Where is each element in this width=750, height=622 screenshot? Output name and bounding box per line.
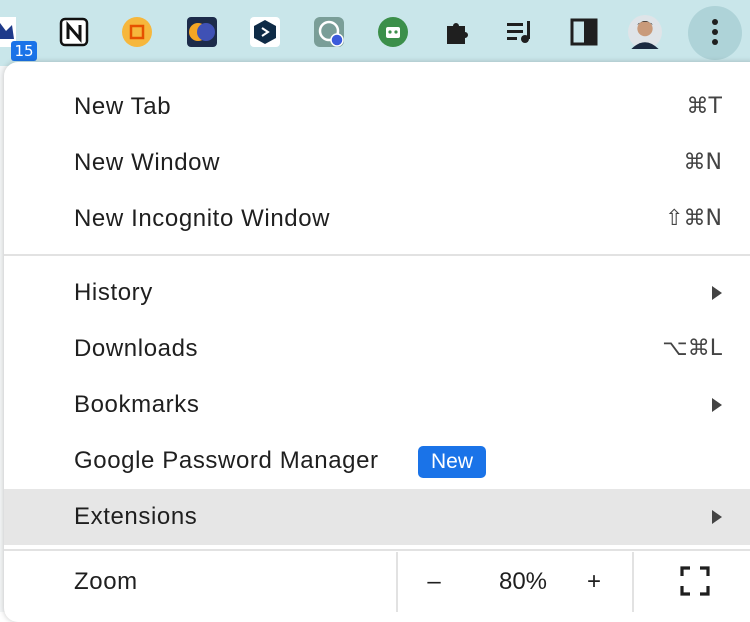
submenu-arrow-icon bbox=[712, 398, 722, 412]
zoom-level: 80% bbox=[498, 568, 548, 595]
submenu-arrow-icon bbox=[712, 286, 722, 300]
zoom-divider bbox=[632, 552, 634, 612]
menu-item-downloads[interactable]: Downloads ⌥⌘L bbox=[4, 321, 750, 377]
menu-item-google-password-manager[interactable]: Google Password Manager bbox=[4, 433, 750, 489]
screenshot-extension-icon[interactable] bbox=[120, 15, 154, 49]
submenu-arrow-icon bbox=[712, 510, 722, 524]
menu-item-history[interactable]: History bbox=[4, 265, 750, 321]
menu-item-extensions[interactable]: Extensions bbox=[4, 489, 750, 545]
menu-item-new-incognito-window[interactable]: New Incognito Window ⇧⌘N bbox=[4, 191, 750, 247]
menu-item-label: Bookmarks bbox=[74, 391, 200, 418]
deepl-icon[interactable] bbox=[248, 15, 282, 49]
menu-item-label: New Window bbox=[74, 149, 221, 176]
media-control-icon[interactable] bbox=[503, 15, 537, 49]
fullscreen-button[interactable] bbox=[680, 566, 710, 596]
new-badge: New bbox=[418, 446, 486, 478]
more-menu-icon[interactable] bbox=[698, 15, 732, 49]
menu-item-shortcut: ⇧⌘N bbox=[665, 206, 722, 231]
side-panel-icon[interactable] bbox=[567, 15, 601, 49]
zoom-out-button[interactable]: – bbox=[414, 552, 454, 612]
menu-item-label: Extensions bbox=[74, 503, 198, 530]
menu-item-label: Google Password Manager bbox=[74, 447, 379, 474]
zoom-in-button[interactable]: + bbox=[574, 552, 614, 612]
notion-icon[interactable] bbox=[57, 15, 91, 49]
menu-divider bbox=[4, 549, 750, 551]
puzzle-icon[interactable] bbox=[440, 15, 474, 49]
profile-avatar[interactable] bbox=[628, 15, 662, 49]
fullscreen-icon bbox=[680, 566, 710, 596]
menu-item-shortcut: ⌘N bbox=[683, 150, 722, 175]
menu-divider bbox=[4, 254, 750, 256]
browser-toolbar: 15 bbox=[0, 0, 750, 66]
menu-item-shortcut: ⌥⌘L bbox=[662, 336, 722, 361]
menu-item-label: Downloads bbox=[74, 335, 199, 362]
chrome-main-menu: New Tab ⌘T New Window ⌘N New Incognito W… bbox=[4, 62, 750, 622]
menu-item-label: New Tab bbox=[74, 93, 172, 120]
zoom-divider bbox=[396, 552, 398, 612]
menu-item-new-tab[interactable]: New Tab ⌘T bbox=[4, 79, 750, 135]
menu-item-shortcut: ⌘T bbox=[686, 94, 722, 119]
menu-item-label: History bbox=[74, 279, 153, 306]
menu-item-new-window[interactable]: New Window ⌘N bbox=[4, 135, 750, 191]
zoom-label: Zoom bbox=[74, 568, 138, 595]
android-robot-icon[interactable] bbox=[376, 15, 410, 49]
openai-extension-icon[interactable] bbox=[312, 15, 346, 49]
zoom-row: Zoom – 80% + bbox=[4, 552, 750, 612]
menu-item-bookmarks[interactable]: Bookmarks bbox=[4, 377, 750, 433]
extension-count-badge: 15 bbox=[11, 41, 37, 61]
menu-item-label: New Incognito Window bbox=[74, 205, 331, 232]
brain-extension-icon[interactable] bbox=[185, 15, 219, 49]
